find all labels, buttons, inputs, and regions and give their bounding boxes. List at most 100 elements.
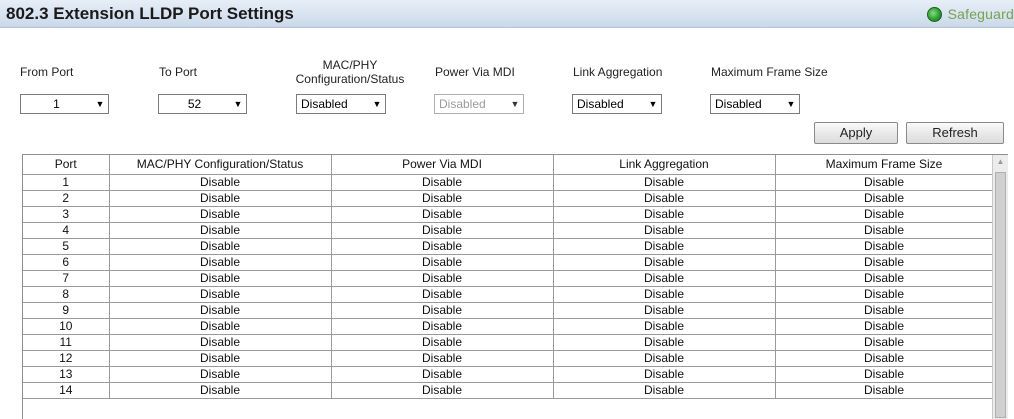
link-aggregation-cell: Disable: [552, 269, 776, 287]
link-aggregation-select[interactable]: Disabled ▼: [572, 94, 662, 114]
to-port-label: To Port: [159, 65, 198, 79]
power-via-mdi-cell: Disable: [330, 173, 554, 191]
power-via-mdi-select: Disabled ▼: [434, 94, 524, 114]
maximum-frame-size-cell: Disable: [774, 189, 994, 207]
power-via-mdi-cell: Disable: [330, 381, 554, 399]
link-aggregation-label: Link Aggregation: [573, 65, 663, 79]
maximum-frame-size-cell: Disable: [774, 253, 994, 271]
port-cell: 9: [23, 301, 110, 319]
table-row: 6 Disable Disable Disable Disable: [23, 253, 994, 271]
macphy-cell: Disable: [108, 349, 332, 367]
port-cell: 10: [23, 317, 110, 335]
link-aggregation-cell: Disable: [552, 381, 776, 399]
port-cell: 13: [23, 365, 110, 383]
power-via-mdi-cell: Disable: [330, 269, 554, 287]
column-header-port: Port: [23, 155, 110, 175]
column-header-macphy: MAC/PHY Configuration/Status: [108, 155, 332, 175]
port-cell: 8: [23, 285, 110, 303]
macphy-select[interactable]: Disabled ▼: [296, 94, 386, 114]
port-cell: 3: [23, 205, 110, 223]
table-row: 3 Disable Disable Disable Disable: [23, 205, 994, 223]
apply-button[interactable]: Apply: [814, 122, 898, 144]
maximum-frame-size-cell: Disable: [774, 301, 994, 319]
macphy-cell: Disable: [108, 285, 332, 303]
power-via-mdi-cell: Disable: [330, 189, 554, 207]
dropdown-arrow-icon: ▼: [648, 99, 658, 109]
from-port-select[interactable]: 1 ▼: [20, 94, 109, 114]
column-header-power-via-mdi: Power Via MDI: [330, 155, 554, 175]
maximum-frame-size-cell: Disable: [774, 349, 994, 367]
maximum-frame-size-cell: Disable: [774, 365, 994, 383]
scrollbar-thumb[interactable]: [995, 172, 1006, 418]
table-row: 10 Disable Disable Disable Disable: [23, 317, 994, 335]
maximum-frame-size-cell: Disable: [774, 333, 994, 351]
link-aggregation-cell: Disable: [552, 173, 776, 191]
power-via-mdi-cell: Disable: [330, 317, 554, 335]
table-row: 12 Disable Disable Disable Disable: [23, 349, 994, 367]
macphy-cell: Disable: [108, 173, 332, 191]
macphy-label-line1: MAC/PHY: [322, 58, 378, 72]
scroll-up-arrow-icon[interactable]: ▲: [993, 157, 1008, 166]
port-cell: 5: [23, 237, 110, 255]
table-row: 8 Disable Disable Disable Disable: [23, 285, 994, 303]
power-via-mdi-cell: Disable: [330, 253, 554, 271]
port-cell: 11: [23, 333, 110, 351]
maximum-frame-size-cell: Disable: [774, 317, 994, 335]
link-aggregation-cell: Disable: [552, 221, 776, 239]
link-aggregation-cell: Disable: [552, 301, 776, 319]
macphy-cell: Disable: [108, 365, 332, 383]
maximum-frame-size-select[interactable]: Disabled ▼: [710, 94, 800, 114]
table-row: 14 Disable Disable Disable Disable: [23, 381, 994, 399]
safeguard-indicator: Safeguard: [926, 6, 1014, 22]
port-cell: 2: [23, 189, 110, 207]
macphy-cell: Disable: [108, 189, 332, 207]
to-port-select[interactable]: 52 ▼: [158, 94, 247, 114]
table-scrollbar[interactable]: ▲: [992, 155, 1008, 419]
refresh-button[interactable]: Refresh: [906, 122, 1004, 144]
maximum-frame-size-cell: Disable: [774, 285, 994, 303]
to-port-value: 52: [187, 97, 202, 111]
safeguard-status-icon: [926, 6, 942, 22]
macphy-cell: Disable: [108, 269, 332, 287]
power-via-mdi-cell: Disable: [330, 221, 554, 239]
maximum-frame-size-label: Maximum Frame Size: [711, 65, 828, 79]
link-aggregation-cell: Disable: [552, 237, 776, 255]
port-cell: 4: [23, 221, 110, 239]
table-row: 11 Disable Disable Disable Disable: [23, 333, 994, 351]
maximum-frame-size-cell: Disable: [774, 237, 994, 255]
macphy-cell: Disable: [108, 301, 332, 319]
link-aggregation-value: Disabled: [577, 97, 624, 111]
power-via-mdi-cell: Disable: [330, 349, 554, 367]
power-via-mdi-cell: Disable: [330, 301, 554, 319]
macphy-cell: Disable: [108, 237, 332, 255]
macphy-label-line2: Configuration/Status: [295, 72, 405, 86]
macphy-label: MAC/PHY Configuration/Status: [280, 58, 420, 86]
table-row: 4 Disable Disable Disable Disable: [23, 221, 994, 239]
power-via-mdi-value: Disabled: [439, 97, 486, 111]
table-header-row: Port MAC/PHY Configuration/Status Power …: [23, 155, 994, 175]
port-cell: 6: [23, 253, 110, 271]
maximum-frame-size-cell: Disable: [774, 205, 994, 223]
column-header-link-aggregation: Link Aggregation: [552, 155, 776, 175]
link-aggregation-cell: Disable: [552, 317, 776, 335]
power-via-mdi-cell: Disable: [330, 205, 554, 223]
maximum-frame-size-cell: Disable: [774, 221, 994, 239]
power-via-mdi-cell: Disable: [330, 365, 554, 383]
port-settings-table-container: Port MAC/PHY Configuration/Status Power …: [22, 154, 1008, 419]
macphy-cell: Disable: [108, 333, 332, 351]
table-row: 2 Disable Disable Disable Disable: [23, 189, 994, 207]
power-via-mdi-cell: Disable: [330, 237, 554, 255]
maximum-frame-size-cell: Disable: [774, 269, 994, 287]
power-via-mdi-cell: Disable: [330, 333, 554, 351]
link-aggregation-cell: Disable: [552, 365, 776, 383]
link-aggregation-cell: Disable: [552, 349, 776, 367]
table-row: 7 Disable Disable Disable Disable: [23, 269, 994, 287]
from-port-label: From Port: [20, 65, 74, 79]
table-body: 1 Disable Disable Disable Disable 2 Disable Dis…: [23, 173, 994, 399]
table-row: 1 Disable Disable Disable Disable: [23, 173, 994, 191]
macphy-value: Disabled: [301, 97, 348, 111]
port-cell: 7: [23, 269, 110, 287]
table-row: 9 Disable Disable Disable Disable: [23, 301, 994, 319]
dropdown-arrow-icon: ▼: [95, 99, 105, 109]
safeguard-label: Safeguard: [947, 6, 1014, 22]
